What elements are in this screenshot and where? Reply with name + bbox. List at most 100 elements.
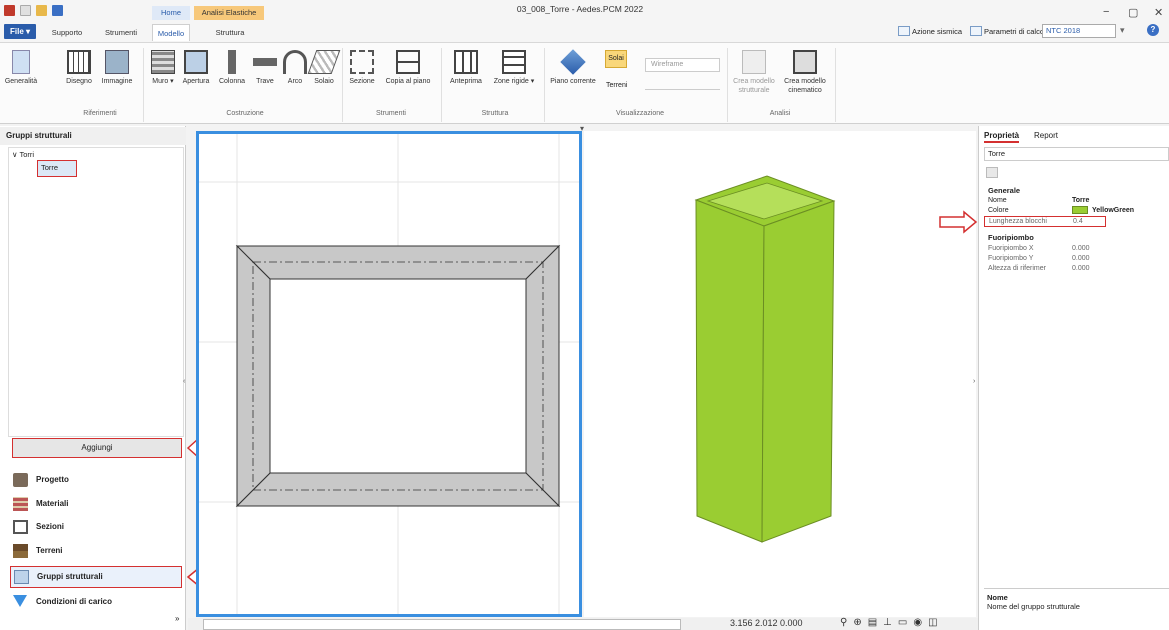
plan-view-viewport[interactable] (196, 131, 582, 617)
prop-key: Fuoripiombo X (988, 245, 1034, 252)
tree-item-torre[interactable]: Torre (37, 160, 77, 177)
separator (835, 48, 836, 122)
trave-button[interactable]: Trave (249, 50, 281, 86)
section-generale[interactable]: Generale (984, 186, 1169, 195)
crea-modello-cinematico-button[interactable]: Crea modello cinematico (780, 50, 830, 95)
piano-corrente-button[interactable]: Piano corrente (546, 49, 600, 86)
sort-categories-icon[interactable] (986, 167, 998, 178)
analisi-elastiche-tab-header[interactable]: Analisi Elastiche (194, 6, 264, 20)
apertura-button[interactable]: Apertura (178, 50, 214, 86)
normativa-select[interactable]: NTC 2018 (1042, 24, 1116, 38)
nav-sezioni[interactable]: Sezioni (10, 517, 182, 537)
prop-row-colore[interactable]: Colore YellowGreen (984, 206, 1169, 215)
nav-progetto[interactable]: Progetto (10, 470, 182, 490)
color-swatch (1072, 206, 1088, 214)
file-menu-button[interactable]: File ▾ (4, 24, 36, 39)
group-label-analisi: Analisi (769, 110, 791, 117)
zone-rigide-label: Zone rigide ▾ (493, 78, 535, 85)
tab-proprieta[interactable]: Proprietà (984, 129, 1020, 143)
nav-terreni-label: Terreni (36, 546, 63, 555)
camera-icon[interactable]: ◉ (913, 617, 922, 628)
beam-icon (253, 58, 277, 66)
arco-button[interactable]: Arco (280, 50, 310, 86)
muro-button[interactable]: Muro ▾ (146, 50, 180, 86)
crea-modello-strutturale-button[interactable]: Crea modello strutturale (730, 50, 778, 95)
parametri-calcolo-toggle[interactable]: Parametri di calcolo (970, 25, 1050, 39)
layout-icon[interactable]: ◫ (928, 617, 937, 628)
arch-icon (283, 50, 307, 74)
prop-key: Lunghezza blocchi (989, 218, 1047, 225)
expand-nav-icon[interactable]: » (175, 614, 179, 623)
zoom-icon[interactable]: ⚲ (840, 617, 847, 628)
prop-value: Torre (1072, 197, 1090, 204)
frame-icon[interactable]: ▭ (898, 617, 907, 628)
nav-terreni[interactable]: Terreni (10, 541, 182, 561)
grid-icon[interactable]: ▤ (868, 617, 877, 628)
tab-modello[interactable]: Modello (152, 24, 190, 41)
transparency-slider[interactable] (645, 80, 720, 90)
sections-icon (13, 520, 28, 534)
section-fuoripiombo[interactable]: Fuoripiombo (984, 233, 1169, 242)
separator (544, 48, 545, 122)
nav-condizioni-carico[interactable]: Condizioni di carico (10, 592, 182, 612)
view-toolbar: ⚲ ⊕ ▤ ⊥ ▭ ◉ ◫ (840, 617, 938, 628)
collapse-right-arrow-icon[interactable]: › (973, 378, 975, 385)
copia-piano-button[interactable]: Copia al piano (380, 50, 436, 86)
sezione-button[interactable]: Sezione (345, 50, 379, 86)
tree-root-torri[interactable]: ∨ Torri (12, 150, 34, 159)
structural-groups-tree[interactable]: ∨ Torri Torre (8, 147, 184, 437)
aggiungi-button[interactable]: Aggiungi (12, 438, 182, 458)
load-arrow-icon (13, 595, 27, 607)
tab-report[interactable]: Report (1034, 129, 1058, 143)
axis-icon[interactable]: ⊥ (883, 617, 892, 628)
tab-supporto[interactable]: Supporto (42, 24, 92, 41)
terrain-icon (13, 544, 28, 558)
minimize-button[interactable]: − (1103, 6, 1109, 18)
command-input[interactable] (203, 619, 681, 630)
azione-sismica-toggle[interactable]: Azione sismica (898, 25, 962, 39)
generalita-button[interactable]: Generalità (4, 50, 38, 86)
open-folder-icon[interactable] (36, 5, 47, 16)
materials-icon (13, 497, 28, 511)
nav-gruppi-strutturali[interactable]: Gruppi strutturali (10, 566, 182, 588)
collapse-left-arrow-icon[interactable]: ‹ (183, 378, 185, 385)
prop-row-nome[interactable]: Nome Torre (984, 196, 1169, 205)
nav-condizioni-label: Condizioni di carico (36, 597, 113, 606)
section-icon (350, 50, 374, 74)
prop-row-fuoripiombo-y[interactable]: Fuoripiombo Y 0.000 (984, 254, 1169, 263)
solaio-button[interactable]: Solaio (307, 50, 341, 86)
structural-groups-icon (14, 570, 29, 584)
tab-struttura[interactable]: Struttura (200, 24, 260, 41)
cursor-coordinates: 3.156 2.012 0.000 (730, 618, 803, 628)
prop-row-lunghezza-blocchi[interactable]: Lunghezza blocchi 0.4 (984, 216, 1106, 227)
prop-row-fuoripiombo-x[interactable]: Fuoripiombo X 0.000 (984, 244, 1169, 253)
immagine-label: Immagine (101, 78, 133, 85)
restore-button[interactable]: ▢ (1128, 6, 1138, 19)
close-button[interactable]: ✕ (1154, 6, 1163, 19)
disegno-button[interactable]: Disegno (62, 50, 96, 86)
colonna-button[interactable]: Colonna (214, 50, 250, 86)
help-icon[interactable]: ? (1147, 24, 1159, 36)
annotation-arrow-lunghezza (939, 210, 978, 234)
property-description: Nome Nome del gruppo strutturale (984, 588, 1169, 630)
tower-wall-section[interactable] (235, 244, 561, 508)
floor-slab-icon (307, 50, 341, 74)
anteprima-button[interactable]: Anteprima (445, 50, 487, 86)
nav-materiali[interactable]: Materiali (10, 494, 182, 514)
zoom-extents-icon[interactable]: ⊕ (853, 617, 861, 628)
nav-gruppi-label: Gruppi strutturali (37, 572, 103, 581)
prop-row-altezza-riferimento[interactable]: Altezza di riferimer 0.000 (984, 264, 1169, 273)
terreni-toggle[interactable]: Terreni (606, 82, 627, 89)
3d-view-viewport[interactable] (584, 131, 976, 617)
view-mode-select[interactable]: Wireframe (645, 58, 720, 72)
tab-strumenti[interactable]: Strumenti (96, 24, 146, 41)
dropdown-arrow-icon[interactable]: ▾ (1120, 25, 1125, 36)
save-icon[interactable] (52, 5, 63, 16)
zone-rigide-button[interactable]: Zone rigide ▾ (486, 50, 542, 86)
muro-label: Muro ▾ (152, 78, 174, 85)
new-file-icon[interactable] (20, 5, 31, 16)
home-tab-header[interactable]: Home (152, 6, 190, 20)
object-selector[interactable]: Torre (984, 147, 1169, 161)
solai-toggle[interactable]: Solai (605, 50, 627, 68)
immagine-button[interactable]: Immagine (97, 50, 137, 86)
